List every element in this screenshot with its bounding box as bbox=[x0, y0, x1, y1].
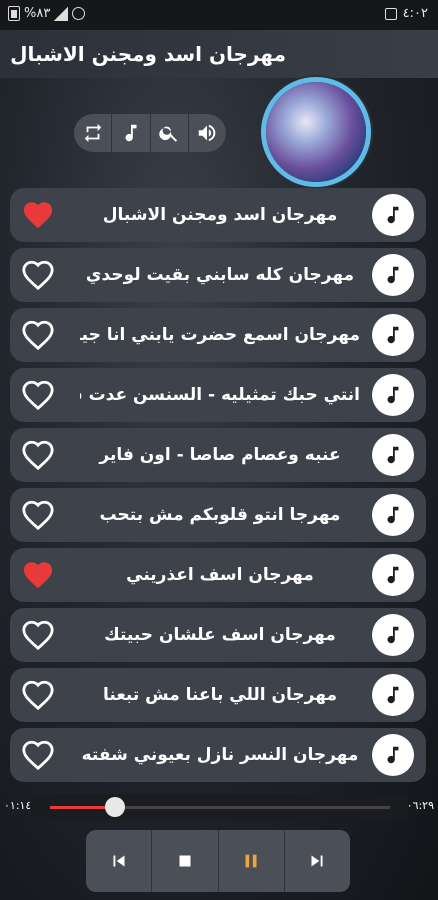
song-title: انتي حبك تمثيليه - السنسن عدت ف... bbox=[80, 385, 360, 405]
previous-button[interactable] bbox=[86, 830, 153, 892]
music-note-icon bbox=[372, 614, 414, 656]
repeat-icon bbox=[84, 123, 101, 143]
notification-icon bbox=[384, 7, 397, 20]
heart-outline-icon[interactable] bbox=[20, 438, 56, 472]
search-icon bbox=[159, 126, 178, 142]
pause-icon bbox=[245, 854, 257, 868]
song-row[interactable]: مهرجان اسمع حضرت يابني انا جيت bbox=[10, 308, 426, 362]
status-bar: %٨٣ ٤:٠٢ bbox=[0, 0, 438, 30]
title-bar: مهرجان اسد ومجنن الاشبال bbox=[0, 30, 438, 78]
song-row[interactable]: مهرجان اسف علشان حبيتك bbox=[10, 608, 426, 662]
signal-icon bbox=[54, 6, 69, 21]
album-cover bbox=[266, 82, 366, 182]
search-button[interactable] bbox=[151, 114, 189, 152]
music-note-icon bbox=[372, 254, 414, 296]
seek-knob[interactable] bbox=[104, 797, 125, 817]
player-controls bbox=[86, 830, 350, 892]
music-note-icon bbox=[372, 494, 414, 536]
music-button[interactable] bbox=[112, 114, 151, 152]
music-note-icon bbox=[372, 314, 414, 356]
song-title: مهرجان كله سابني بقيت لوحدي bbox=[85, 265, 355, 285]
previous-icon bbox=[113, 855, 125, 867]
song-title: مهرجان اسف علشان حبيتك bbox=[104, 625, 336, 645]
elapsed-time: ٠١:١٤ bbox=[4, 799, 32, 812]
song-row[interactable]: مهرجان اسد ومجنن الاشبال bbox=[10, 188, 426, 242]
song-title: مهرجان اسف اعذريني bbox=[126, 565, 314, 585]
progress-row: ٠١:١٤ ٠٦:٢٩ bbox=[0, 792, 438, 824]
volume-button[interactable] bbox=[189, 114, 226, 152]
song-row[interactable]: مهرجان اسف اعذريني bbox=[10, 548, 426, 602]
heart-outline-icon[interactable] bbox=[20, 498, 56, 532]
song-title: مهرجان اسمع حضرت يابني انا جيت bbox=[80, 325, 360, 345]
heart-outline-icon[interactable] bbox=[20, 318, 56, 352]
repeat-button[interactable] bbox=[74, 114, 113, 152]
volume-icon bbox=[199, 124, 216, 142]
song-list: مهرجان اسد ومجنن الاشبال مهرجان كله سابني… bbox=[10, 188, 426, 788]
heart-outline-icon[interactable] bbox=[20, 618, 56, 652]
status-left: %٨٣ bbox=[8, 6, 86, 21]
seek-bar[interactable] bbox=[50, 797, 390, 817]
music-note-icon bbox=[372, 554, 414, 596]
alarm-icon bbox=[72, 7, 86, 20]
song-title: مهرجان اسد ومجنن الاشبال bbox=[102, 205, 338, 225]
music-note-icon bbox=[372, 734, 414, 776]
next-button[interactable] bbox=[285, 830, 350, 892]
now-playing-title: مهرجان اسد ومجنن الاشبال bbox=[10, 42, 286, 66]
stop-button[interactable] bbox=[152, 830, 219, 892]
song-title: عنبه وعصام صاصا - اون فاير bbox=[99, 445, 341, 465]
seek-track[interactable] bbox=[30, 794, 408, 820]
song-row[interactable]: مهرجان كله سابني بقيت لوحدي bbox=[10, 248, 426, 302]
music-note-icon bbox=[372, 434, 414, 476]
heart-filled-icon[interactable] bbox=[20, 198, 56, 232]
clock: ٤:٠٢ bbox=[402, 6, 428, 21]
song-title: مهرجان النسر نازل بعيوني شفته bbox=[81, 745, 359, 765]
song-row[interactable]: مهرجا انتو قلوبكم مش بتحب bbox=[10, 488, 426, 542]
music-note-icon bbox=[372, 674, 414, 716]
battery-icon bbox=[8, 6, 20, 21]
song-row[interactable]: انتي حبك تمثيليه - السنسن عدت ف... bbox=[10, 368, 426, 422]
total-time: ٠٦:٢٩ bbox=[406, 799, 434, 812]
heart-outline-icon[interactable] bbox=[20, 378, 56, 412]
heart-filled-icon[interactable] bbox=[20, 558, 56, 592]
music-note-icon bbox=[125, 124, 137, 142]
music-note-icon bbox=[372, 374, 414, 416]
song-row[interactable]: عنبه وعصام صاصا - اون فاير bbox=[10, 428, 426, 482]
stop-icon bbox=[179, 855, 191, 867]
album-art bbox=[266, 82, 366, 182]
music-note-icon bbox=[372, 194, 414, 236]
song-title: مهرجا انتو قلوبكم مش بتحب bbox=[99, 505, 341, 525]
heart-outline-icon[interactable] bbox=[20, 258, 56, 292]
pause-button[interactable] bbox=[219, 830, 285, 892]
heart-outline-icon[interactable] bbox=[20, 678, 56, 712]
song-title: مهرجان اللي باعنا مش تبعنا bbox=[103, 685, 337, 705]
battery-level: %٨٣ bbox=[24, 6, 51, 21]
next-icon bbox=[311, 855, 323, 867]
status-right: ٤:٠٢ bbox=[384, 6, 428, 21]
heart-outline-icon[interactable] bbox=[20, 738, 56, 772]
song-row[interactable]: مهرجان النسر نازل بعيوني شفته bbox=[10, 728, 426, 782]
control-group bbox=[74, 114, 226, 152]
song-row[interactable]: مهرجان اللي باعنا مش تبعنا bbox=[10, 668, 426, 722]
